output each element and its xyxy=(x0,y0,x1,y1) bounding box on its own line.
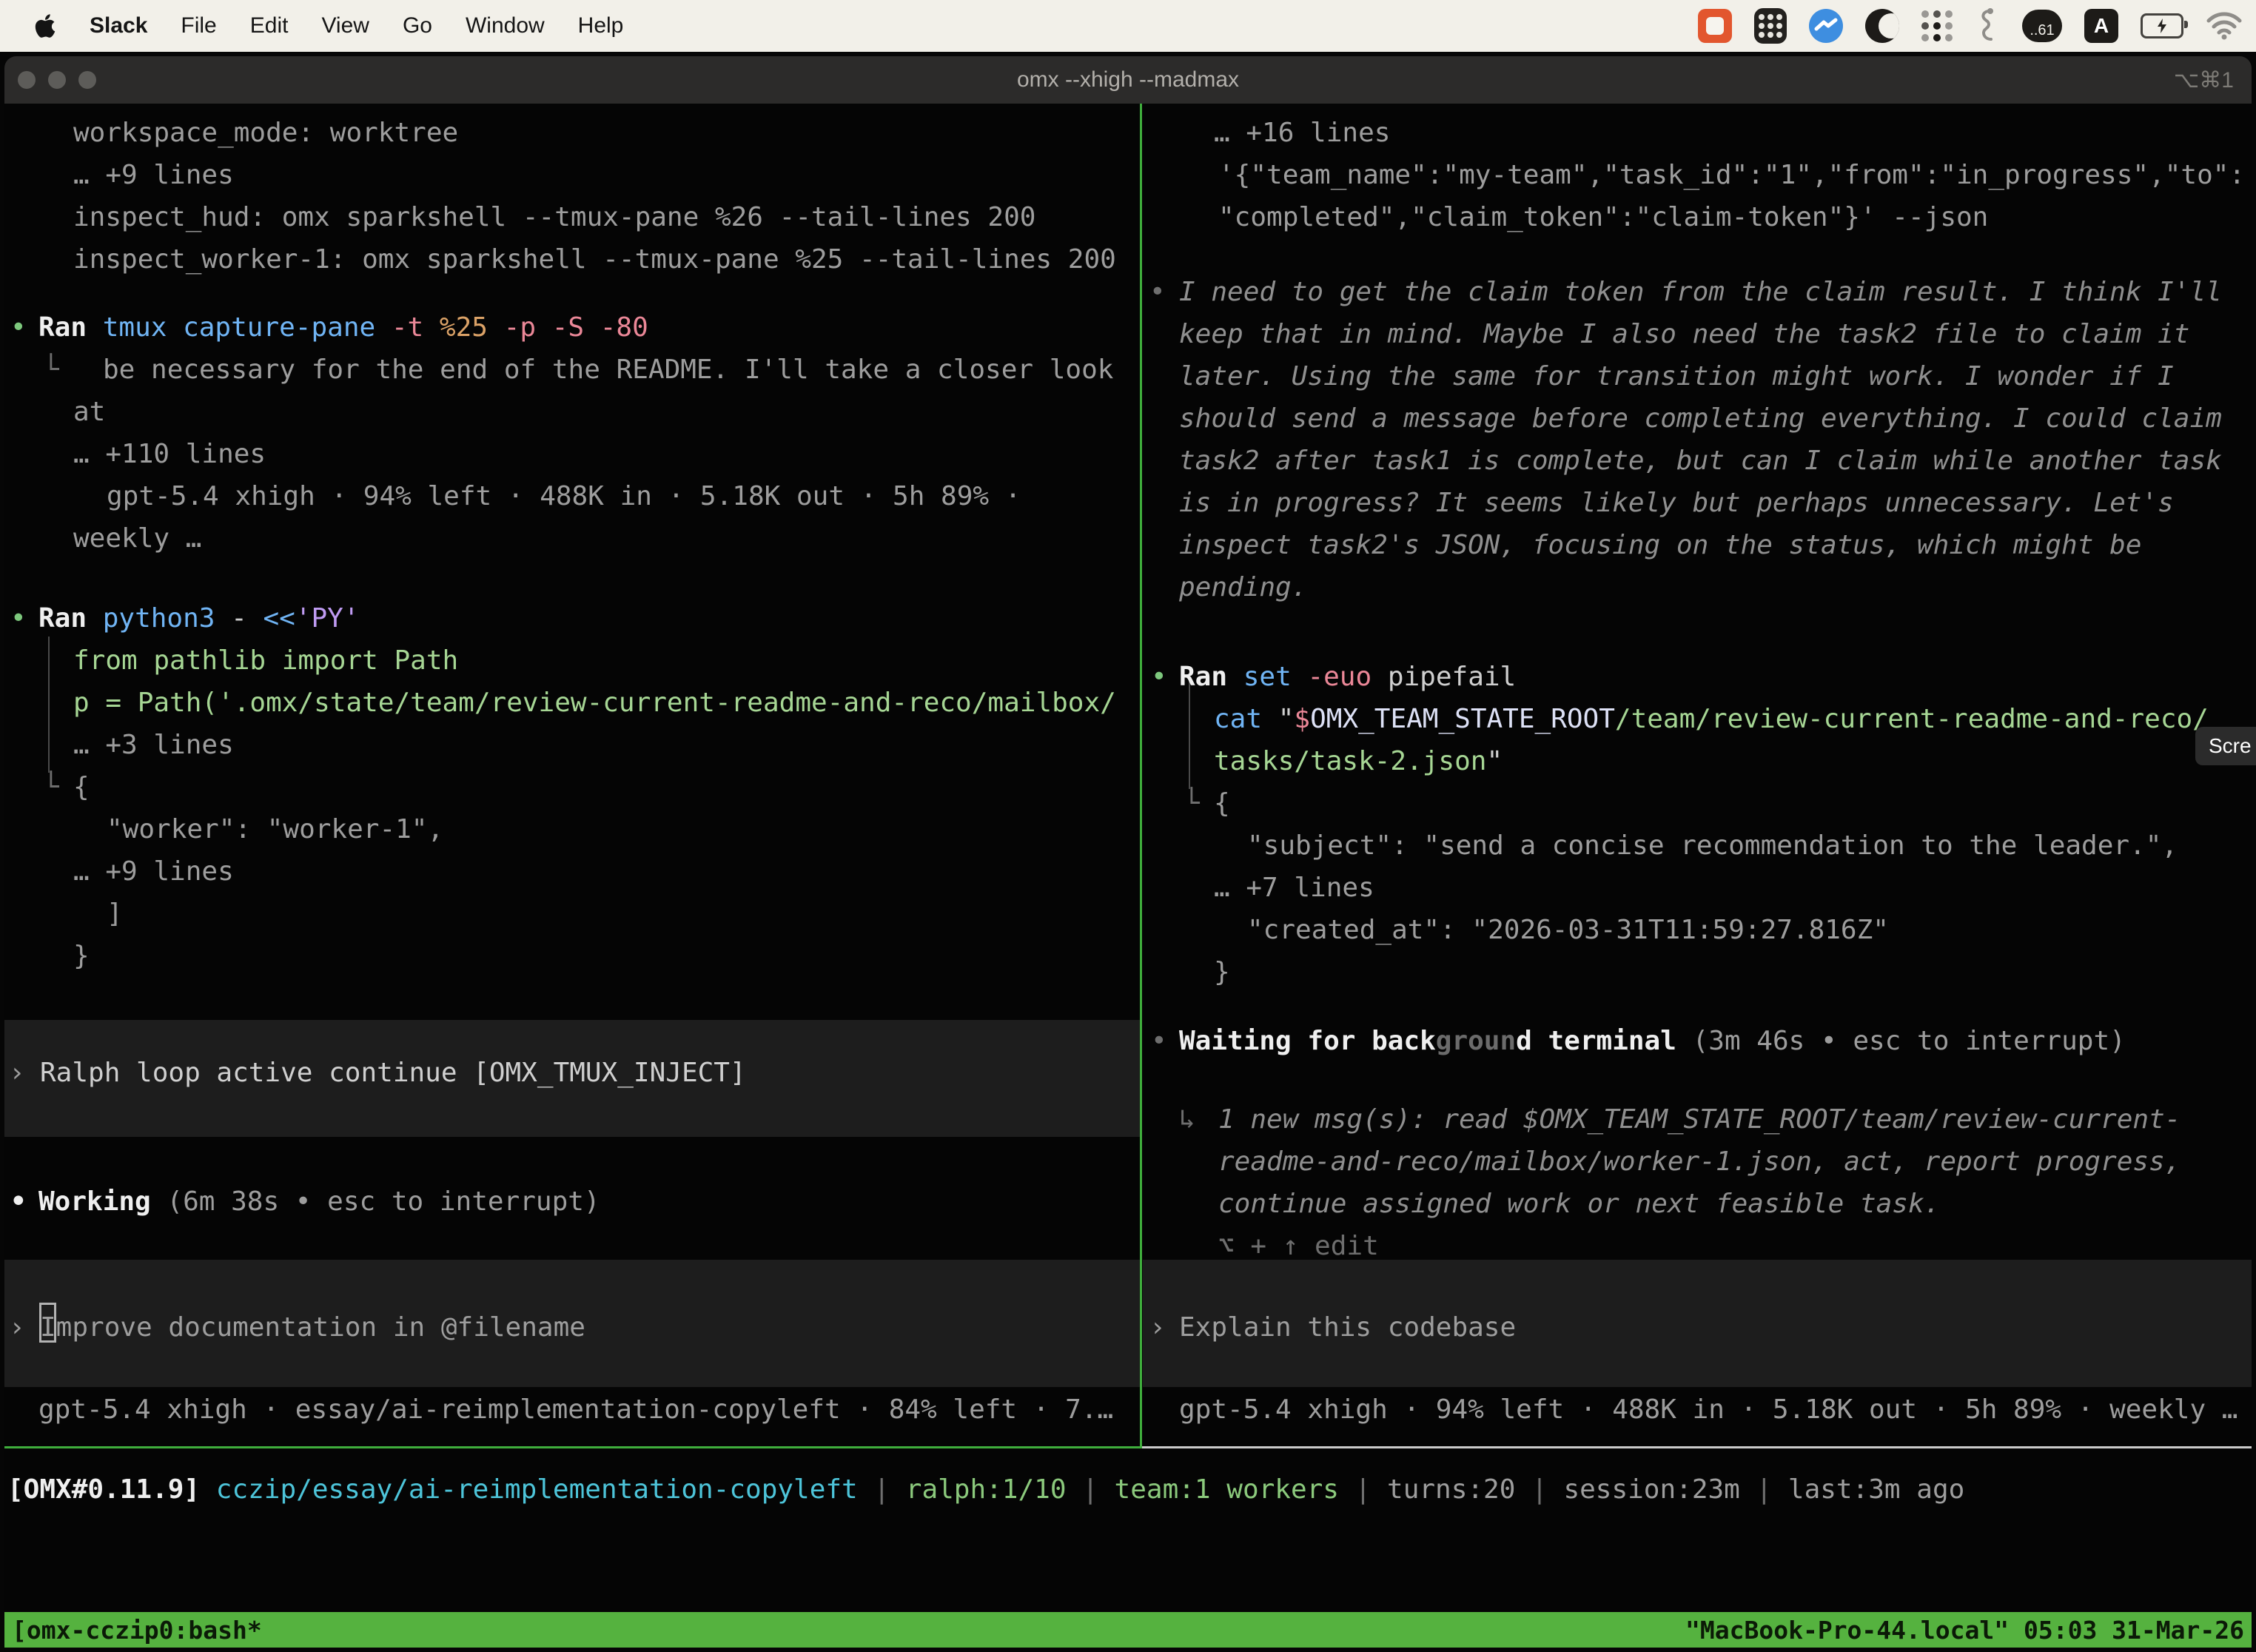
terminal-line-right: Explain this codebase xyxy=(1179,1310,1516,1346)
terminal-line-left: … +3 lines xyxy=(73,728,234,763)
terminal-line-left: └ xyxy=(43,770,59,805)
terminal-line-left: { xyxy=(73,770,90,805)
terminal-line-left: ] xyxy=(107,896,123,932)
terminal-line-left: gpt-5.4 xhigh · 94% left · 488K in · 5.1… xyxy=(107,479,1021,514)
menu-item-edit[interactable]: Edit xyxy=(250,13,289,38)
terminal-line-right: › xyxy=(1149,1310,1166,1346)
terminal-line-right: is in progress? It seems likely but perh… xyxy=(1179,486,2174,521)
seahorse-icon[interactable] xyxy=(1975,8,2000,44)
terminal-line-right: task2 after task1 is complete, but can I… xyxy=(1179,443,2222,479)
terminal-cursor xyxy=(39,1303,56,1343)
terminal-line-left: gpt-5.4 xhigh · essay/ai-reimplementatio… xyxy=(38,1392,1113,1428)
terminal-line-left: • xyxy=(10,310,27,346)
a-badge-icon[interactable]: A xyxy=(2084,8,2118,44)
terminal-line-left: "worker": "worker-1", xyxy=(107,812,443,847)
terminal-line-right: ↳ xyxy=(1179,1102,1195,1138)
terminal-line-left: Ran python3 - <<'PY' xyxy=(38,601,360,637)
menu-bar-left: Slack File Edit View Go Window Help xyxy=(0,8,623,44)
menu-item-file[interactable]: File xyxy=(181,13,216,38)
terminal-line-right: ⌥ + ↑ edit xyxy=(1218,1229,1379,1264)
menu-app-name[interactable]: Slack xyxy=(90,13,147,38)
battery-icon[interactable] xyxy=(2141,8,2183,44)
terminal-line-left: Improve documentation in @filename xyxy=(40,1310,585,1346)
terminal-line-left: … +110 lines xyxy=(73,437,266,472)
menu-item-go[interactable]: Go xyxy=(403,13,432,38)
terminal-line-left: p = Path('.omx/state/team/review-current… xyxy=(73,685,1116,721)
terminal-content: workspace_mode: worktree … +9 lines inspec… xyxy=(0,0,2256,1652)
screen: Slack File Edit View Go Window Help xyxy=(0,0,2256,1652)
terminal-line-right: 1 new msg(s): read $OMX_TEAM_STATE_ROOT/… xyxy=(1218,1102,2181,1138)
keypad-icon[interactable] xyxy=(1754,8,1787,44)
terminal-line-right: readme-and-reco/mailbox/worker-1.json, a… xyxy=(1218,1144,2181,1180)
terminal-line-left: } xyxy=(73,939,90,974)
terminal-line-right: … +7 lines xyxy=(1214,870,1374,906)
terminal-line-right: later. Using the same for transition mig… xyxy=(1179,359,2174,394)
screen-tooltip: Scre xyxy=(2195,727,2256,765)
terminal-line-left: … +9 lines xyxy=(73,158,234,193)
active-pane-border xyxy=(4,1446,1142,1448)
tmux-status-bar: [omx-cczip0:bash* "MacBook-Pro-44.local"… xyxy=(4,1612,2252,1648)
usage-badge-icon[interactable]: ..61 xyxy=(2022,8,2062,44)
menu-item-view[interactable]: View xyxy=(321,13,369,38)
terminal-line-right: gpt-5.4 xhigh · 94% left · 488K in · 5.1… xyxy=(1179,1392,2237,1428)
menu-item-help[interactable]: Help xyxy=(578,13,624,38)
terminal-line-left: • xyxy=(10,601,27,637)
omx-status-line: [OMX#0.11.9] cczip/essay/ai-reimplementa… xyxy=(7,1472,1964,1508)
menu-bar-status-icons: ..61 A xyxy=(1698,8,2256,44)
messenger-icon[interactable] xyxy=(1809,8,1843,44)
tmux-session-label: [omx-cczip0:bash* xyxy=(12,1616,262,1645)
terminal-line-right: • xyxy=(1151,659,1167,695)
terminal-line-right: should send a message before completing … xyxy=(1179,401,2222,437)
inactive-pane-border xyxy=(1142,1446,2252,1448)
terminal-line-left: › xyxy=(9,1055,25,1091)
terminal-line-left: from pathlib import Path xyxy=(73,643,458,679)
terminal-line-right: inspect task2's JSON, focusing on the st… xyxy=(1179,528,2141,563)
terminal-line-right: '{"team_name":"my-team","task_id":"1","f… xyxy=(1218,158,2245,193)
terminal-line-right: • xyxy=(1149,275,1166,310)
pane-divider xyxy=(1140,104,1142,1446)
terminal-line-left: inspect_hud: omx sparkshell --tmux-pane … xyxy=(73,200,1035,235)
output-connector-line xyxy=(48,637,50,773)
apple-menu-icon[interactable] xyxy=(34,8,56,44)
terminal-line-left: Ralph loop active continue [OMX_TMUX_INJ… xyxy=(40,1055,746,1091)
terminal-line-left: › xyxy=(9,1310,25,1346)
terminal-line-right: • xyxy=(1151,1024,1167,1059)
orange-chat-app-icon[interactable] xyxy=(1698,8,1732,44)
terminal-line-left: … +9 lines xyxy=(73,854,234,890)
terminal-line-right: … +16 lines xyxy=(1214,115,1390,151)
terminal-line-right: } xyxy=(1214,955,1230,990)
terminal-line-right: pending. xyxy=(1179,570,1307,605)
terminal-line-right: I need to get the claim token from the c… xyxy=(1179,275,2222,310)
terminal-line-left: • xyxy=(10,1184,27,1220)
terminal-line-right: "completed","claim_token":"claim-token"}… xyxy=(1218,200,1988,235)
terminal-line-right: keep that in mind. Maybe I also need the… xyxy=(1179,317,2189,352)
menu-item-window[interactable]: Window xyxy=(466,13,545,38)
tmux-host-clock: "MacBook-Pro-44.local" 05:03 31-Mar-26 xyxy=(1685,1616,2244,1645)
terminal-line-right: Waiting for background terminal (3m 46s … xyxy=(1179,1024,2126,1059)
terminal-line-left: inspect_worker-1: omx sparkshell --tmux-… xyxy=(73,242,1116,278)
terminal-line-left: workspace_mode: worktree xyxy=(73,115,458,151)
terminal-line-right: cat "$OMX_TEAM_STATE_ROOT/team/review-cu… xyxy=(1214,702,2209,737)
terminal-line-right: "created_at": "2026-03-31T11:59:27.816Z" xyxy=(1247,913,1889,948)
terminal-line-right: tasks/task-2.json" xyxy=(1214,744,1503,779)
terminal-line-right: { xyxy=(1214,786,1230,822)
terminal-line-left: at xyxy=(73,394,105,430)
terminal-line-left: └ xyxy=(43,352,59,388)
terminal-line-right: └ xyxy=(1184,786,1200,822)
dots-grid-icon[interactable] xyxy=(1921,8,1953,44)
macos-menu-bar: Slack File Edit View Go Window Help xyxy=(0,0,2256,52)
terminal-line-left: weekly … xyxy=(73,521,201,557)
terminal-line-left: Ran tmux capture-pane -t %25 -p -S -80 xyxy=(38,310,648,346)
crescent-icon[interactable] xyxy=(1865,8,1899,44)
wifi-icon[interactable] xyxy=(2206,8,2243,44)
terminal-line-right: "subject": "send a concise recommendatio… xyxy=(1247,828,2178,864)
terminal-line-right: continue assigned work or next feasible … xyxy=(1218,1186,1940,1222)
terminal-line-right: Ran set -euo pipefail xyxy=(1179,659,1516,695)
terminal-line-left: Working (6m 38s • esc to interrupt) xyxy=(38,1184,600,1220)
terminal-line-left: be necessary for the end of the README. … xyxy=(103,352,1113,388)
